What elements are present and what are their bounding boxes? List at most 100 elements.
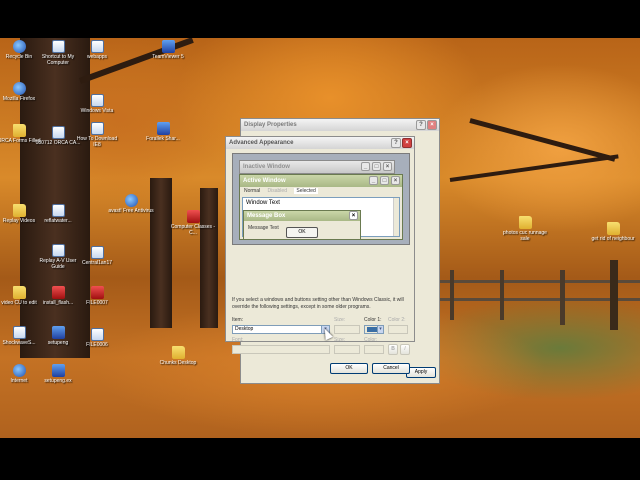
desktop-icon-label: setupeng: [47, 340, 69, 346]
desktop-icon-label: setupeng.ex: [44, 378, 72, 384]
desktop-icon[interactable]: Forallek Shar...: [140, 122, 186, 142]
doc-icon: [90, 328, 104, 341]
doc-icon: [12, 326, 26, 339]
desktop-icon[interactable]: setupeng.ex: [35, 364, 81, 384]
italic-button[interactable]: I: [400, 344, 410, 355]
folder-icon: [606, 222, 620, 235]
desktop-icon-label: Shortcut to My Computer: [41, 54, 75, 66]
scrollbar[interactable]: [393, 198, 399, 236]
desktop-icon-label: reflatwater...: [44, 218, 72, 224]
color1-label: Color 1:: [364, 317, 382, 323]
desktop-icon-label: How To Download IE8: [76, 136, 118, 148]
desktop-icon[interactable]: Computer Classes - C...: [170, 210, 216, 236]
close-icon: ×: [391, 176, 400, 185]
help-icon[interactable]: ?: [391, 138, 401, 148]
desktop-icon-label: Mozilla Firefox: [2, 96, 36, 102]
message-box-preview[interactable]: Message Box × Message Text OK: [243, 210, 361, 240]
desktop-icon[interactable]: Windows Vista: [74, 94, 120, 114]
menu-selected[interactable]: Selected: [294, 188, 318, 194]
app-icon: [12, 40, 26, 53]
desktop-icon-label: photos cuc runnage sale: [503, 230, 547, 242]
close-icon[interactable]: ×: [402, 138, 412, 148]
desktop-icon-label: FILE0007: [86, 300, 108, 306]
size-spinner[interactable]: [334, 325, 360, 334]
desktop-icon[interactable]: How To Download IE8: [74, 122, 120, 148]
font-dropdown[interactable]: [232, 345, 330, 354]
desktop-icon[interactable]: FILE0007: [74, 286, 120, 306]
item-value: Desktop: [235, 326, 254, 332]
desktop-icon[interactable]: webapps: [74, 40, 120, 60]
close-icon: ×: [349, 211, 358, 220]
bold-button[interactable]: B: [388, 344, 398, 355]
blue-icon: [161, 40, 175, 53]
desktop-icon[interactable]: TeamViewer 5: [145, 40, 191, 60]
color1-picker[interactable]: ▾: [364, 325, 384, 334]
desktop-icon[interactable]: Central1an17: [74, 246, 120, 266]
folder-icon: [12, 124, 26, 137]
desktop-icon[interactable]: reflatwater...: [35, 204, 81, 224]
desktop-icon[interactable]: FILE0006: [74, 328, 120, 348]
color1-swatch: [367, 327, 377, 332]
desktop-icon-label: get rid of neighbour: [591, 236, 635, 242]
doc-icon: [51, 204, 65, 217]
preview-ok-button[interactable]: OK: [286, 227, 318, 238]
desktop: Recycle Bin Shortcut to My Computer webapp…: [0, 38, 640, 438]
minimize-icon: _: [361, 162, 370, 171]
folder-icon: [12, 286, 26, 299]
window-text-label: Window Text: [246, 200, 280, 206]
folder-icon: [518, 216, 532, 229]
inactive-window-preview[interactable]: Inactive Window _ □ ×: [239, 160, 395, 174]
appearance-preview[interactable]: Inactive Window _ □ × Active Window _ □ …: [232, 153, 410, 245]
doc-icon: [51, 244, 65, 257]
desktop-icon-label: Computer Classes - C...: [170, 224, 216, 236]
chevron-down-icon[interactable]: ▾: [377, 326, 383, 333]
desktop-icon[interactable]: Mozilla Firefox: [0, 82, 42, 102]
desktop-icon-label: FILE0006: [86, 342, 108, 348]
maximize-icon: □: [380, 176, 389, 185]
desktop-icon-label: Recycle Bin: [5, 54, 33, 60]
help-button[interactable]: ?: [416, 120, 426, 130]
desktop-icon-label: video CU to edit: [1, 300, 37, 306]
desktop-icon[interactable]: avast! Free Antivirus: [108, 194, 154, 214]
cancel-button[interactable]: Cancel: [372, 363, 410, 374]
minimize-icon: _: [369, 176, 378, 185]
display-properties-titlebar[interactable]: Display Properties ? ×: [241, 119, 439, 131]
desktop-icon-label: Replay Videos: [2, 218, 36, 224]
message-box-title: Message Box: [247, 213, 286, 219]
desktop-icon[interactable]: get rid of neighbour: [590, 222, 636, 242]
color2-picker[interactable]: [388, 325, 408, 334]
desktop-icon[interactable]: Chunks Desktop: [155, 346, 201, 366]
menu-disabled[interactable]: Disabled: [268, 188, 287, 194]
doc-icon: [90, 40, 104, 53]
blue-icon: [156, 122, 170, 135]
preview-menu: Normal Disabled Selected: [240, 187, 402, 195]
tree-branch: [469, 118, 616, 162]
color2-label: Color 2:: [388, 317, 406, 323]
desktop-icon-label: TeamViewer 5: [152, 54, 184, 60]
fence: [440, 260, 640, 330]
apply-button[interactable]: Apply: [406, 367, 436, 378]
desktop-icon-label: webapps: [86, 54, 107, 60]
desktop-icon-label: Central1an17: [81, 260, 113, 266]
display-properties-title: Display Properties: [244, 122, 297, 128]
item-label: Item:: [232, 317, 244, 323]
message-text: Message Text: [248, 225, 279, 231]
item-dropdown[interactable]: Desktop ▾: [232, 325, 330, 334]
menu-normal[interactable]: Normal: [244, 188, 260, 194]
desktop-icon[interactable]: photos cuc runnage sale: [502, 216, 548, 242]
font-size-dropdown[interactable]: [334, 345, 360, 354]
blue-icon: [51, 364, 65, 377]
red-icon: [90, 286, 104, 299]
blue-icon: [51, 326, 65, 339]
desktop-icon-label: Forallek Shar...: [146, 136, 180, 142]
folder-icon: [171, 346, 185, 359]
close-icon[interactable]: ×: [427, 120, 437, 130]
desktop-icon-label: install_flash...: [42, 300, 74, 306]
desktop-icon-label: Chunks Desktop: [159, 360, 197, 366]
app-icon: [12, 82, 26, 95]
advanced-appearance-titlebar[interactable]: Advanced Appearance ? ×: [226, 137, 414, 149]
doc-icon: [90, 122, 104, 135]
font-color-picker[interactable]: [364, 345, 384, 354]
tree-branch: [449, 154, 619, 182]
ok-button[interactable]: OK: [330, 363, 368, 374]
